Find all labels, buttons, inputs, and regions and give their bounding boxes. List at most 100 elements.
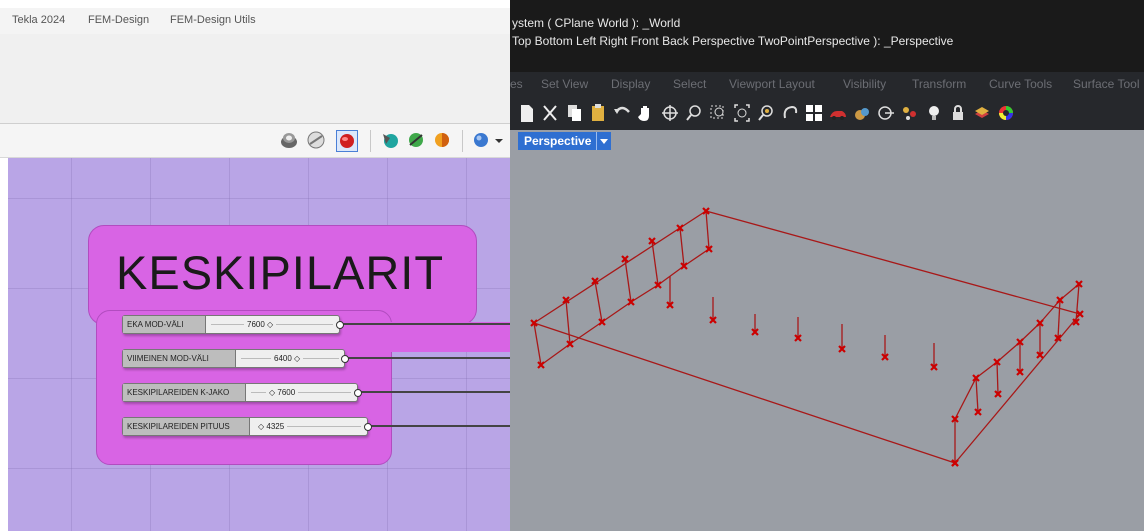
output-grip[interactable] [364, 423, 372, 431]
toolbar-tabs: es Set View Display Select Viewport Layo… [510, 72, 1144, 96]
tab-viewport-layout[interactable]: Viewport Layout [729, 77, 815, 91]
blue-sphere-icon[interactable] [472, 130, 492, 150]
structure-line [540, 343, 571, 366]
group-title: KESKIPILARIT [116, 246, 445, 299]
slider-label: KESKIPILAREIDEN K-JAKO [123, 384, 246, 401]
structure-line [705, 210, 710, 250]
zoom-icon[interactable] [684, 102, 704, 124]
light-bulb-icon[interactable] [924, 102, 944, 124]
tab-surface-tools[interactable]: Surface Tool [1073, 77, 1140, 91]
structure-line [594, 280, 603, 323]
output-grip[interactable] [341, 355, 349, 363]
menu-item-fem-design[interactable]: FEM-Design [88, 14, 149, 26]
rhino-window: ystem ( CPlane World ): _World Top Botto… [510, 0, 1144, 531]
grasshopper-canvas-toolbar [0, 124, 510, 158]
slider-viimeinen-mod-vali[interactable]: VIIMEINEN MOD-VÄLI 6400 ◇ [122, 349, 349, 368]
cut-icon[interactable] [540, 102, 560, 124]
undo-icon[interactable] [612, 102, 632, 124]
orange-sphere-icon[interactable] [432, 130, 452, 150]
slider-keskipilareiden-pituus[interactable]: KESKIPILAREIDEN PITUUS ◇ 4325 [122, 417, 372, 436]
teal-sphere-icon[interactable] [380, 130, 400, 150]
tab-transform[interactable]: Transform [912, 77, 966, 91]
structure-line [996, 361, 999, 395]
point-cloud-icon[interactable] [900, 102, 920, 124]
wire [368, 425, 510, 427]
slider-value: ◇ 4325 [255, 418, 288, 435]
tab-standard[interactable]: es [510, 77, 523, 91]
command-history: ystem ( CPlane World ): _World Top Botto… [510, 0, 1144, 72]
wire [340, 323, 510, 325]
materials-icon[interactable] [852, 102, 872, 124]
layer-icon[interactable] [972, 102, 992, 124]
four-viewports-icon[interactable] [804, 102, 824, 124]
new-document-icon[interactable] [516, 102, 536, 124]
zoom-selected-icon[interactable] [756, 102, 776, 124]
structure-line [533, 322, 542, 366]
slider-keskipilareiden-k-jako[interactable]: KESKIPILAREIDEN K-JAKO ◇ 7600 [122, 383, 362, 402]
structure-line [1057, 299, 1061, 339]
tab-curve-tools[interactable]: Curve Tools [989, 77, 1052, 91]
color-wheel-icon[interactable] [996, 102, 1016, 124]
slider-label: VIIMEINEN MOD-VÄLI [123, 350, 236, 367]
grasshopper-ribbon-panel [0, 34, 510, 124]
slider-value: 7600 ◇ [244, 316, 277, 333]
tab-set-view[interactable]: Set View [541, 77, 588, 91]
command-history-line: ystem ( CPlane World ): _World [512, 16, 681, 30]
structure-line [624, 258, 632, 303]
tab-display[interactable]: Display [611, 77, 650, 91]
structure-line [533, 322, 956, 464]
render-car-icon[interactable] [828, 102, 848, 124]
pan-hand-icon[interactable] [636, 102, 656, 124]
structure-lines [533, 210, 1081, 464]
paste-icon[interactable] [588, 102, 608, 124]
output-grip[interactable] [336, 321, 344, 329]
perspective-viewport[interactable] [510, 152, 1144, 531]
preview-selected-icon[interactable] [336, 130, 358, 152]
structure-line [954, 377, 977, 420]
slider-value: ◇ 7600 [266, 384, 299, 401]
output-grip[interactable] [354, 389, 362, 397]
structure-line [651, 240, 659, 286]
toolbar-icons [510, 96, 1144, 130]
viewport-menu-arrow-icon[interactable] [596, 132, 611, 150]
preview-shaded-icon[interactable] [306, 130, 326, 150]
structure-line [954, 313, 1081, 464]
preview-wireframe-icon[interactable] [279, 130, 299, 150]
viewport-title-perspective[interactable]: Perspective [518, 132, 598, 150]
structure-line [705, 210, 1081, 315]
copy-icon[interactable] [564, 102, 584, 124]
slider-eka-mod-vali[interactable]: EKA MOD-VÄLI 7600 ◇ [122, 315, 344, 334]
dropdown-arrow-icon[interactable] [494, 130, 504, 150]
viewport-tab-bar: Perspective [510, 130, 1144, 152]
menu-item-tekla[interactable]: Tekla 2024 [12, 14, 65, 26]
command-history-line: Top Bottom Left Right Front Back Perspec… [512, 34, 954, 48]
zoom-extents-icon[interactable] [732, 102, 752, 124]
wire [345, 357, 510, 359]
toolbar-separator [462, 130, 463, 152]
structure-line [601, 301, 632, 323]
osnap-icon[interactable] [876, 102, 896, 124]
tab-visibility[interactable]: Visibility [843, 77, 886, 91]
slider-value: 6400 ◇ [271, 350, 304, 367]
toolbar-separator [370, 130, 371, 152]
structure-line [683, 248, 710, 267]
grasshopper-window: Tekla 2024 FEM-Design FEM-Design Utils K… [0, 0, 510, 531]
rotate-view-icon[interactable] [660, 102, 680, 124]
structure-points [530, 207, 1084, 467]
menu-item-fem-design-utils[interactable]: FEM-Design Utils [170, 14, 256, 26]
tab-select[interactable]: Select [673, 77, 706, 91]
structure-line [565, 299, 571, 345]
group-keskipilarit-edge [370, 322, 510, 352]
structure-line [975, 377, 979, 413]
structure-line [679, 227, 685, 267]
wire [358, 391, 510, 393]
slider-label: EKA MOD-VÄLI [123, 316, 206, 333]
green-mesh-icon[interactable] [406, 130, 426, 150]
undo-view-icon[interactable] [780, 102, 800, 124]
slider-label: KESKIPILAREIDEN PITUUS [123, 418, 250, 435]
lock-icon[interactable] [948, 102, 968, 124]
grasshopper-menubar: Tekla 2024 FEM-Design FEM-Design Utils [0, 8, 510, 34]
structure-line [657, 265, 685, 286]
structure-line [630, 284, 659, 303]
zoom-window-icon[interactable] [708, 102, 728, 124]
